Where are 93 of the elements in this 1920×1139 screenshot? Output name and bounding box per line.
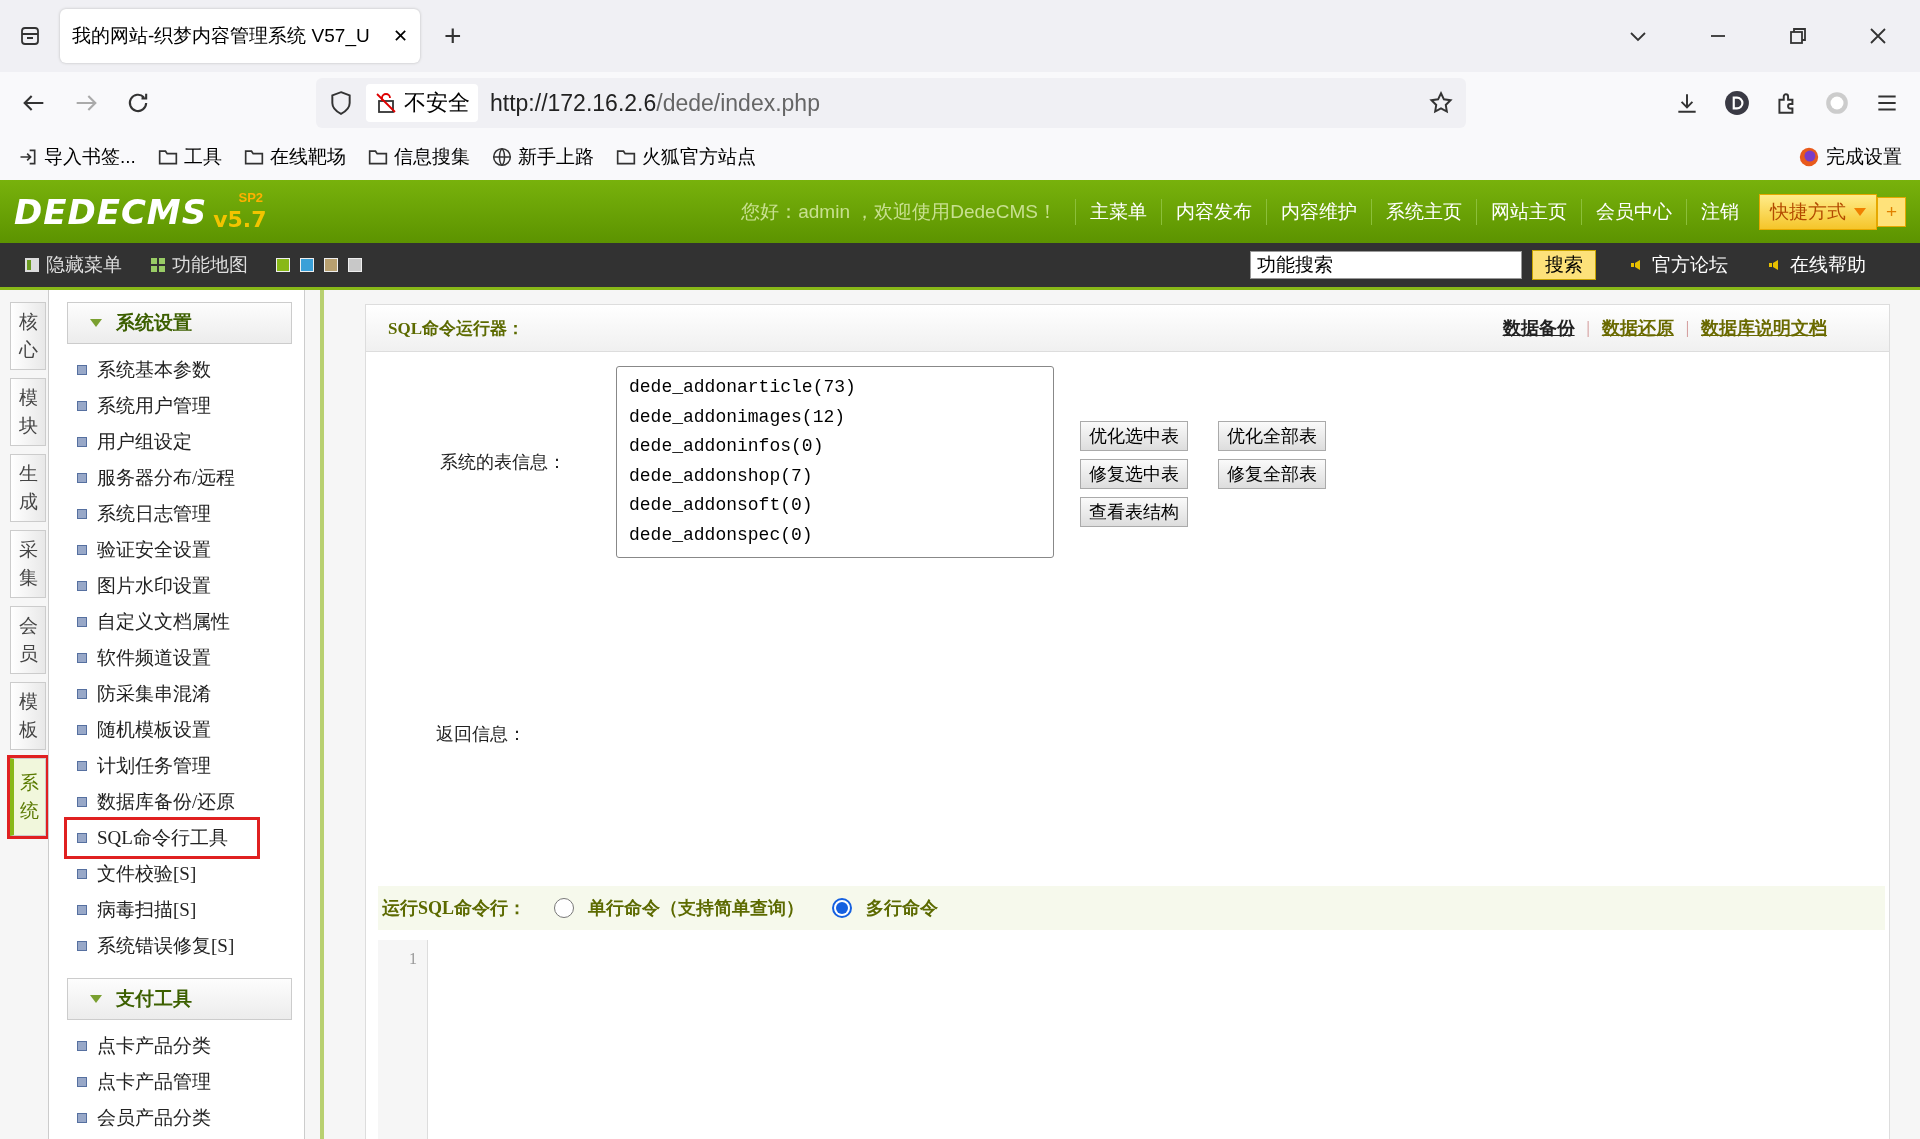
browser-logo-icon [1798, 146, 1820, 168]
category-tab[interactable]: 模块 [10, 378, 46, 446]
close-tab-button[interactable]: ✕ [393, 25, 408, 47]
greeting: 您好：admin ，欢迎使用DedeCMS！ [741, 199, 1057, 224]
menu-item[interactable]: 点卡产品分类 [67, 1028, 257, 1064]
help-link[interactable]: 官方论坛 [1630, 252, 1728, 278]
tables-label: 系统的表信息： [439, 451, 567, 474]
address-bar[interactable]: 不安全 http://172.16.2.6/dede/index.php [316, 78, 1466, 128]
hide-menu-button[interactable]: 隐藏菜单 [24, 252, 122, 278]
bookmark[interactable]: 信息搜集 [367, 144, 470, 170]
category-tab[interactable]: 生成 [10, 454, 46, 522]
bookmark[interactable]: 在线靶场 [243, 144, 346, 170]
logo: DEDECMS [14, 191, 208, 232]
star-icon[interactable] [1428, 90, 1454, 116]
skin-swatch[interactable] [300, 258, 314, 272]
menu-item[interactable]: SQL命令行工具 [67, 820, 257, 856]
mode-label[interactable]: 多行命令 [866, 896, 939, 920]
table-action-button[interactable]: 修复全部表 [1218, 459, 1326, 489]
edition-label: SP2 [238, 190, 264, 205]
menu-item[interactable]: 点卡产品管理 [67, 1064, 257, 1100]
new-tab-button[interactable]: + [438, 18, 468, 54]
bookmark[interactable]: 导入书签... [18, 144, 136, 170]
import-icon [18, 147, 38, 167]
menu-item[interactable]: 图片水印设置 [67, 568, 257, 604]
site-map-button[interactable]: 功能地图 [150, 252, 248, 278]
menu-item[interactable]: 文件校验[S] [67, 856, 257, 892]
menu-item[interactable]: 自定义文档属性 [67, 604, 257, 640]
url-host: http://172.16.2.6/dede/index.php [490, 89, 820, 117]
menu-item[interactable]: 软件频道设置 [67, 640, 257, 676]
skin-swatch[interactable] [324, 258, 338, 272]
menu-item[interactable]: 计划任务管理 [67, 748, 257, 784]
menu-item[interactable]: 防采集串混淆 [67, 676, 257, 712]
panel-link[interactable]: 数据库说明文档 [1701, 316, 1827, 340]
menu-item[interactable]: 验证安全设置 [67, 532, 257, 568]
bookmark[interactable]: 工具 [157, 144, 222, 170]
mode-radio[interactable] [832, 898, 853, 918]
menu-group-header[interactable]: 支付工具 [67, 978, 292, 1020]
search-button[interactable]: 搜索 [1532, 250, 1596, 280]
menu-group-header[interactable]: 系统设置 [67, 302, 292, 344]
folder-icon [157, 147, 178, 167]
link-separator: | [1685, 319, 1689, 337]
shield-icon[interactable] [328, 90, 354, 116]
panel-link[interactable]: 数据还原 [1601, 316, 1674, 340]
panel-icon [24, 257, 40, 273]
caret-icon [1853, 207, 1866, 216]
folder-icon [615, 147, 636, 167]
category-tab[interactable]: 模板 [10, 682, 46, 750]
table-action-button[interactable]: 查看表结构 [1080, 497, 1188, 527]
shortcut-menu[interactable]: 快捷方式 [1758, 193, 1877, 230]
category-tab[interactable]: 采集 [10, 530, 46, 598]
menu-item[interactable]: 随机模板设置 [67, 712, 257, 748]
globe-icon [491, 147, 512, 167]
setup-link[interactable]: 完成设置 [1798, 144, 1902, 170]
table-list[interactable]: dede_addonarticle(73) dede_addonimages(12) dede_addoninfos(0) dede_addonshop(7) dede_addonsoft(0) dede_addonspec(0) [616, 366, 1054, 558]
caret-icon [90, 319, 102, 327]
menu-item[interactable]: 系统基本参数 [67, 352, 257, 388]
mode-label[interactable]: 单行命令（支持简单查询） [588, 896, 805, 920]
line-number: 1 [408, 950, 417, 968]
folder-icon [367, 147, 388, 167]
menu-item[interactable]: 服务器分布/远程 [67, 460, 257, 496]
version-label: v5.7 [213, 207, 267, 232]
menu-item[interactable]: 系统错误修复[S] [67, 928, 257, 964]
help-link[interactable]: 在线帮助 [1768, 252, 1866, 278]
panel-title: SQL命令运行器： [388, 317, 525, 340]
account-icon[interactable] [1724, 90, 1750, 116]
folder-icon [243, 147, 264, 167]
mode-radio[interactable] [554, 898, 575, 918]
menu-item[interactable]: 会员产品分类 [67, 1100, 257, 1136]
search-field[interactable]: 功能搜索 [1250, 251, 1522, 279]
table-action-button[interactable]: 优化选中表 [1080, 421, 1188, 451]
skin-swatch[interactable] [276, 258, 290, 272]
table-action-button[interactable]: 修复选中表 [1080, 459, 1188, 489]
table-action-button[interactable]: 优化全部表 [1218, 421, 1326, 451]
category-tab[interactable]: 系统 [10, 758, 46, 836]
category-tab[interactable]: 核心 [10, 302, 46, 370]
link-separator: | [1586, 319, 1590, 337]
bookmark[interactable]: 火狐官方站点 [615, 144, 756, 170]
result-label: 返回信息： [435, 723, 526, 746]
browser-tab[interactable]: 我的网站-织梦内容管理系统 V57_U ✕ [60, 9, 420, 63]
skin-swatch[interactable] [348, 258, 362, 272]
security-indicator[interactable]: 不安全 [366, 84, 478, 122]
caret-icon [90, 995, 102, 1003]
category-tab[interactable]: 会员 [10, 606, 46, 674]
bookmark[interactable]: 新手上路 [491, 144, 594, 170]
menu-item[interactable]: 系统用户管理 [67, 388, 257, 424]
menu-item[interactable]: 用户组设定 [67, 424, 257, 460]
menu-item[interactable]: 病毒扫描[S] [67, 892, 257, 928]
tab-list-icon[interactable] [18, 24, 42, 48]
panel-link[interactable]: 数据备份 [1502, 316, 1575, 340]
run-label: 运行SQL命令行： [382, 897, 527, 920]
menu-item[interactable]: 数据库备份/还原 [67, 784, 257, 820]
grid-icon [150, 257, 166, 273]
menu-item[interactable]: 系统日志管理 [67, 496, 257, 532]
